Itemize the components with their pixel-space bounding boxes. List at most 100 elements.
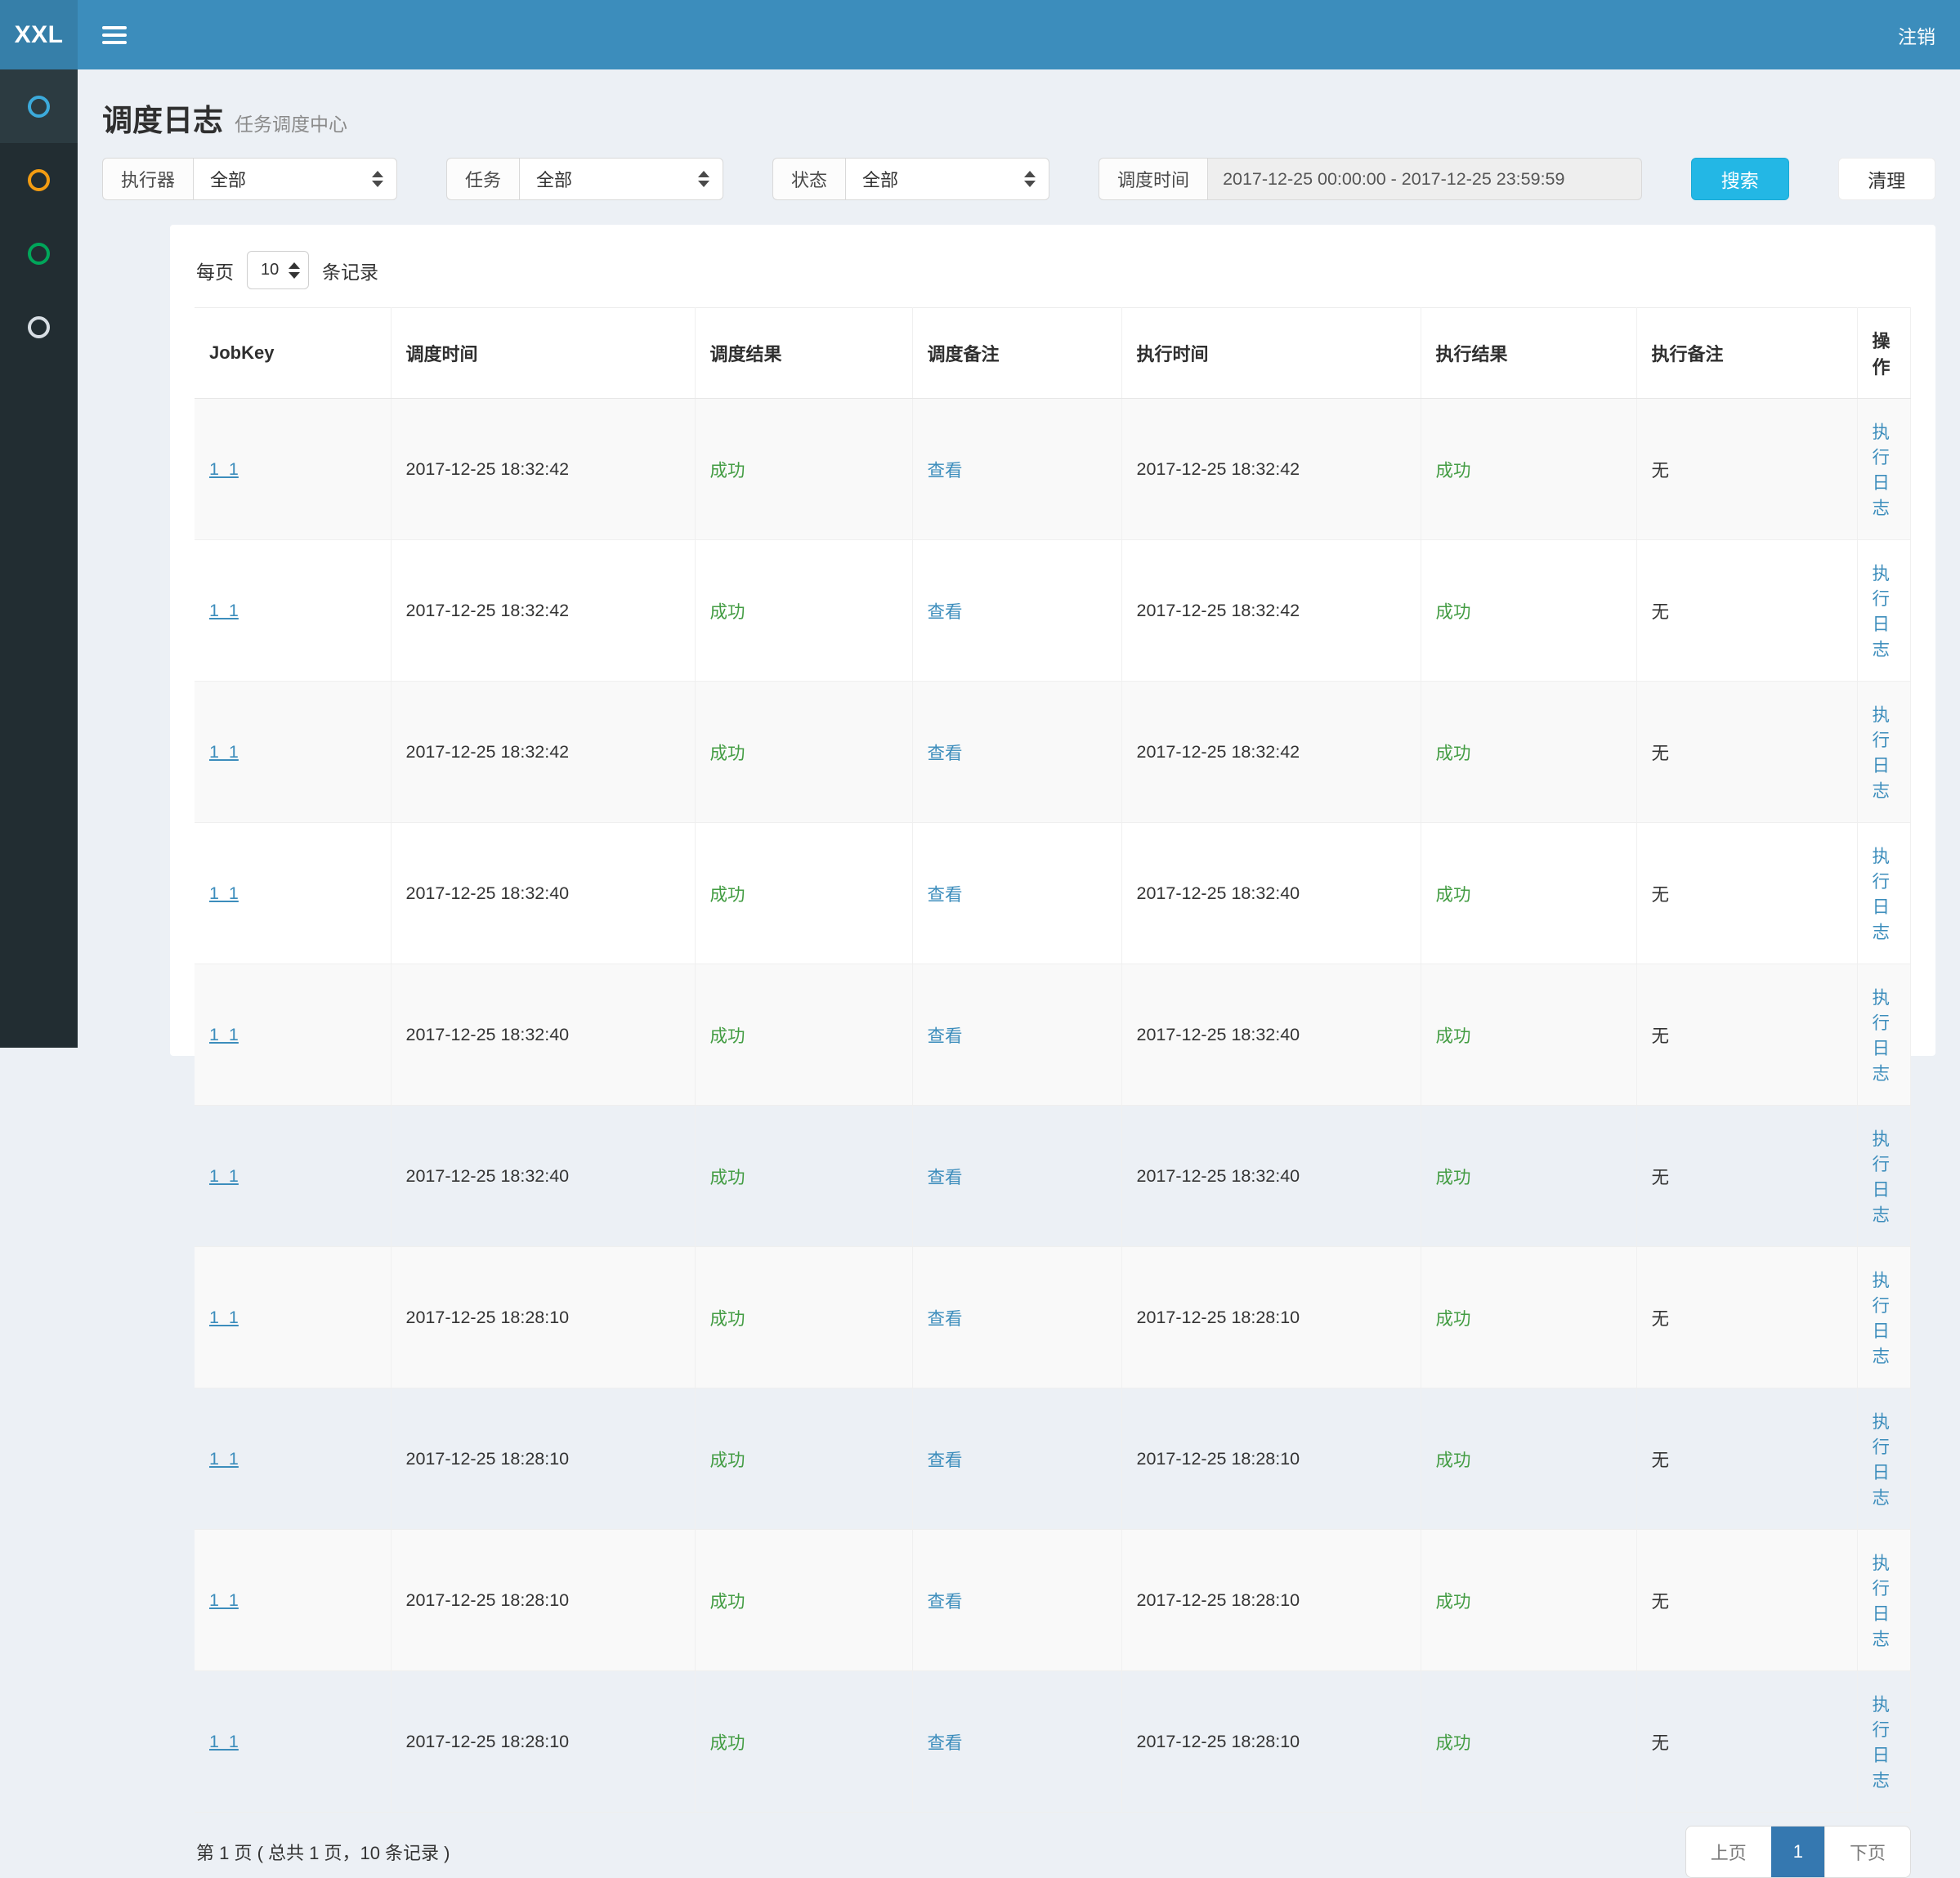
handle-result-cell: 成功 bbox=[1421, 399, 1636, 540]
jobkey-link[interactable]: 1_1 bbox=[209, 459, 239, 479]
view-trigger-msg-link[interactable]: 查看 bbox=[928, 1309, 963, 1329]
jobkey-link[interactable]: 1_1 bbox=[209, 742, 239, 762]
action-cell: 执行日志 bbox=[1857, 682, 1911, 823]
handle-result-cell: 成功 bbox=[1421, 823, 1636, 964]
handle-time-cell: 2017-12-25 18:28:10 bbox=[1121, 1671, 1421, 1813]
status-filter-group: 状态 全部 bbox=[772, 158, 1049, 200]
trigger-msg-cell: 查看 bbox=[912, 1106, 1121, 1247]
view-trigger-msg-link[interactable]: 查看 bbox=[928, 885, 963, 905]
current-page-button[interactable]: 1 bbox=[1771, 1827, 1824, 1877]
action-cell: 执行日志 bbox=[1857, 1530, 1911, 1671]
jobkey-cell: 1_1 bbox=[195, 399, 391, 540]
table-row: 1_1 2017-12-25 18:28:10 成功 查看 2017-12-25… bbox=[195, 1247, 1911, 1388]
job-filter-select[interactable]: 全部 bbox=[519, 158, 723, 200]
sidebar-item-4[interactable] bbox=[0, 290, 78, 364]
col-header-action: 操作 bbox=[1857, 308, 1911, 399]
view-trigger-msg-link[interactable]: 查看 bbox=[928, 1733, 963, 1753]
status-filter-label: 状态 bbox=[772, 158, 845, 200]
sidebar-item-1[interactable] bbox=[0, 69, 78, 143]
page-length-control: 每页 10 条记录 bbox=[196, 251, 1911, 289]
col-header-trigger-result: 调度结果 bbox=[695, 308, 912, 399]
circle-icon bbox=[28, 96, 50, 118]
handle-result-cell: 成功 bbox=[1421, 964, 1636, 1106]
jobkey-cell: 1_1 bbox=[195, 540, 391, 682]
executor-filter-select[interactable]: 全部 bbox=[193, 158, 397, 200]
jobkey-link[interactable]: 1_1 bbox=[209, 1732, 239, 1751]
handle-msg-cell: 无 bbox=[1636, 1247, 1857, 1388]
exec-log-link[interactable]: 执行日志 bbox=[1873, 1554, 1891, 1649]
exec-log-link[interactable]: 执行日志 bbox=[1873, 1129, 1891, 1225]
jobkey-cell: 1_1 bbox=[195, 1530, 391, 1671]
select-arrows-icon bbox=[1024, 171, 1036, 187]
view-trigger-msg-link[interactable]: 查看 bbox=[928, 1592, 963, 1612]
jobkey-cell: 1_1 bbox=[195, 1247, 391, 1388]
trigger-msg-cell: 查看 bbox=[912, 1671, 1121, 1813]
status-filter-value: 全部 bbox=[862, 166, 898, 192]
exec-log-link[interactable]: 执行日志 bbox=[1873, 1271, 1891, 1366]
action-cell: 执行日志 bbox=[1857, 1106, 1911, 1247]
trigger-result-cell: 成功 bbox=[695, 1106, 912, 1247]
clear-button[interactable]: 清理 bbox=[1838, 158, 1935, 200]
exec-log-link[interactable]: 执行日志 bbox=[1873, 423, 1891, 518]
table-footer: 第 1 页 ( 总共 1 页，10 条记录 ) 上页 1 下页 bbox=[195, 1826, 1911, 1878]
jobkey-link[interactable]: 1_1 bbox=[209, 1308, 239, 1327]
table-row: 1_1 2017-12-25 18:28:10 成功 查看 2017-12-25… bbox=[195, 1530, 1911, 1671]
trigger-time-cell: 2017-12-25 18:32:40 bbox=[391, 823, 695, 964]
page-length-value: 10 bbox=[261, 261, 279, 279]
jobkey-cell: 1_1 bbox=[195, 1106, 391, 1247]
page-header: 调度日志 任务调度中心 bbox=[78, 69, 1960, 158]
trigger-msg-cell: 查看 bbox=[912, 1388, 1121, 1530]
exec-log-link[interactable]: 执行日志 bbox=[1873, 1412, 1891, 1508]
view-trigger-msg-link[interactable]: 查看 bbox=[928, 1026, 963, 1046]
action-cell: 执行日志 bbox=[1857, 1388, 1911, 1530]
trigger-time-cell: 2017-12-25 18:32:42 bbox=[391, 399, 695, 540]
prev-page-button[interactable]: 上页 bbox=[1686, 1827, 1771, 1877]
logout-link[interactable]: 注销 bbox=[1898, 21, 1935, 49]
top-navbar: XXL 注销 bbox=[0, 0, 1960, 69]
col-header-trigger-time: 调度时间 bbox=[391, 308, 695, 399]
jobkey-link[interactable]: 1_1 bbox=[209, 883, 239, 903]
view-trigger-msg-link[interactable]: 查看 bbox=[928, 602, 963, 622]
trigger-result-cell: 成功 bbox=[695, 1247, 912, 1388]
page-length-prefix: 每页 bbox=[196, 257, 234, 284]
next-page-button[interactable]: 下页 bbox=[1824, 1827, 1910, 1877]
trigger-time-cell: 2017-12-25 18:32:40 bbox=[391, 1106, 695, 1247]
circle-icon bbox=[28, 243, 50, 265]
jobkey-link[interactable]: 1_1 bbox=[209, 601, 239, 620]
view-trigger-msg-link[interactable]: 查看 bbox=[928, 1168, 963, 1187]
view-trigger-msg-link[interactable]: 查看 bbox=[928, 1451, 963, 1470]
page-length-select[interactable]: 10 bbox=[247, 251, 309, 289]
exec-log-link[interactable]: 执行日志 bbox=[1873, 1695, 1891, 1791]
handle-result-cell: 成功 bbox=[1421, 1388, 1636, 1530]
exec-log-link[interactable]: 执行日志 bbox=[1873, 705, 1891, 801]
jobkey-cell: 1_1 bbox=[195, 1671, 391, 1813]
handle-time-cell: 2017-12-25 18:32:42 bbox=[1121, 399, 1421, 540]
jobkey-link[interactable]: 1_1 bbox=[209, 1025, 239, 1044]
handle-result-cell: 成功 bbox=[1421, 1247, 1636, 1388]
handle-result-cell: 成功 bbox=[1421, 682, 1636, 823]
jobkey-cell: 1_1 bbox=[195, 964, 391, 1106]
jobkey-link[interactable]: 1_1 bbox=[209, 1449, 239, 1469]
exec-log-link[interactable]: 执行日志 bbox=[1873, 988, 1891, 1084]
view-trigger-msg-link[interactable]: 查看 bbox=[928, 461, 963, 481]
table-row: 1_1 2017-12-25 18:32:40 成功 查看 2017-12-25… bbox=[195, 1106, 1911, 1247]
filter-bar: 执行器 全部 任务 全部 状态 全部 调度时间 2017-12-25 00:00… bbox=[78, 158, 1960, 200]
exec-log-link[interactable]: 执行日志 bbox=[1873, 847, 1891, 942]
trigger-time-range-input[interactable]: 2017-12-25 00:00:00 - 2017-12-25 23:59:5… bbox=[1207, 158, 1642, 200]
sidebar-item-2[interactable] bbox=[0, 143, 78, 217]
executor-filter-label: 执行器 bbox=[102, 158, 193, 200]
app-logo[interactable]: XXL bbox=[0, 0, 78, 69]
sidebar-toggle-icon[interactable] bbox=[102, 26, 127, 44]
table-row: 1_1 2017-12-25 18:32:42 成功 查看 2017-12-25… bbox=[195, 399, 1911, 540]
trigger-msg-cell: 查看 bbox=[912, 540, 1121, 682]
table-row: 1_1 2017-12-25 18:28:10 成功 查看 2017-12-25… bbox=[195, 1388, 1911, 1530]
search-button[interactable]: 搜索 bbox=[1691, 158, 1788, 200]
status-filter-select[interactable]: 全部 bbox=[845, 158, 1049, 200]
jobkey-link[interactable]: 1_1 bbox=[209, 1590, 239, 1610]
exec-log-link[interactable]: 执行日志 bbox=[1873, 564, 1891, 660]
jobkey-link[interactable]: 1_1 bbox=[209, 1166, 239, 1186]
col-header-trigger-msg: 调度备注 bbox=[912, 308, 1121, 399]
view-trigger-msg-link[interactable]: 查看 bbox=[928, 744, 963, 763]
handle-msg-cell: 无 bbox=[1636, 964, 1857, 1106]
sidebar-item-3[interactable] bbox=[0, 217, 78, 290]
